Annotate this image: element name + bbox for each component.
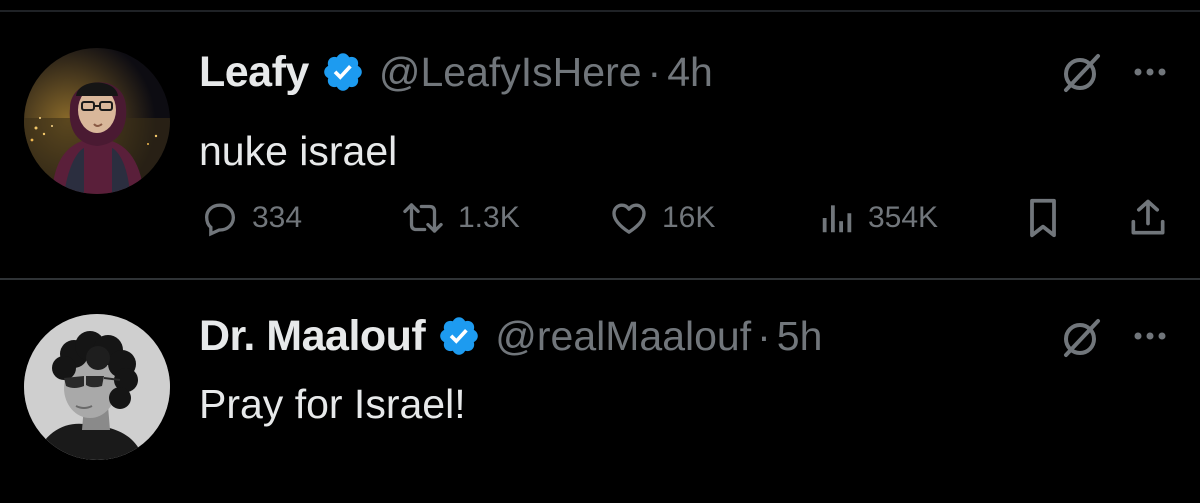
reply-count: 334 — [252, 201, 303, 234]
like-button[interactable]: 16K — [608, 194, 715, 242]
verified-badge-icon — [440, 317, 479, 355]
bookmark-icon — [1030, 198, 1056, 238]
repost-button[interactable]: 1.3K — [400, 194, 520, 242]
avatar-image — [24, 314, 170, 460]
tweet[interactable]: Leafy @LeafyIsHere · 4h nuke israel 334 — [0, 12, 1200, 278]
share-button[interactable] — [1126, 194, 1170, 242]
separator-dot: · — [757, 312, 771, 359]
display-name[interactable]: Leafy — [199, 48, 309, 97]
heart-icon — [612, 203, 646, 234]
repost-count: 1.3K — [458, 201, 520, 234]
more-options-icon[interactable] — [1128, 314, 1172, 358]
views-count: 354K — [868, 201, 939, 234]
views-chart-icon — [822, 205, 852, 233]
timestamp[interactable]: 5h — [777, 313, 823, 360]
repost-icon — [403, 203, 443, 233]
grok-icon[interactable] — [1056, 313, 1106, 363]
more-options-icon[interactable] — [1128, 50, 1172, 94]
avatar[interactable] — [24, 48, 170, 194]
avatar[interactable] — [24, 314, 170, 460]
separator-dot: · — [647, 48, 662, 95]
reply-button[interactable]: 334 — [200, 194, 302, 242]
verified-badge-icon — [324, 53, 362, 91]
handle[interactable]: @LeafyIsHere — [379, 49, 642, 96]
tweet-text: Pray for Israel! — [199, 381, 466, 427]
tweet-actions: 334 1.3K 16K 354K — [0, 194, 1200, 242]
tweet[interactable]: Dr. Maalouf @realMaalouf · 5h Pray for I… — [0, 280, 1200, 503]
handle[interactable]: @realMaalouf — [495, 313, 751, 360]
timestamp[interactable]: 4h — [667, 49, 713, 96]
views-button[interactable]: 354K — [818, 194, 938, 242]
grok-icon[interactable] — [1056, 48, 1106, 98]
tweet-header: Dr. Maalouf @realMaalouf · 5h — [199, 306, 822, 366]
reply-icon — [204, 203, 236, 237]
tweet-text: nuke israel — [199, 128, 398, 174]
avatar-image — [24, 48, 170, 194]
tweet-header: Leafy @LeafyIsHere · 4h — [199, 42, 713, 102]
share-icon — [1131, 199, 1165, 235]
like-count: 16K — [662, 201, 716, 234]
bookmark-button[interactable] — [1024, 194, 1062, 242]
display-name[interactable]: Dr. Maalouf — [199, 312, 426, 361]
